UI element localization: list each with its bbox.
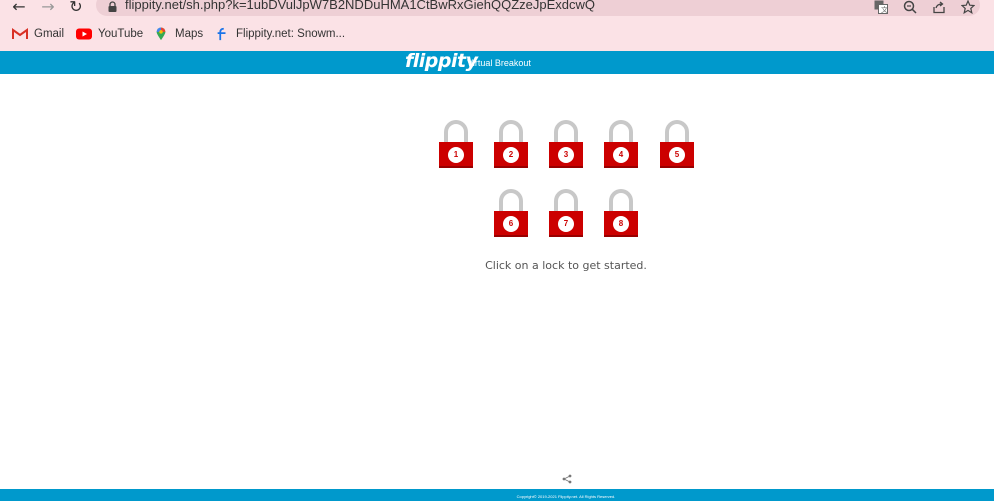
instructions-text: Click on a lock to get started. xyxy=(485,259,647,272)
bookmark-flippity[interactable]: Flippity.net: Snowm... xyxy=(214,27,345,41)
bookmarks-bar: Gmail YouTube Maps Flippity.net: Snowm..… xyxy=(0,18,994,51)
lock-2[interactable]: 2 xyxy=(494,120,528,168)
lock-number: 7 xyxy=(558,216,574,232)
gmail-icon xyxy=(12,28,28,39)
zoom-icon[interactable] xyxy=(901,0,918,15)
share-page-icon[interactable] xyxy=(930,0,947,15)
lock-number: 1 xyxy=(448,147,464,163)
url-text[interactable]: flippity.net/sh.php?k=1ubDVulJpW7B2NDDuH… xyxy=(125,0,595,12)
site-footer: Copyright© 2019-2021 Flippity.net. All R… xyxy=(0,489,994,501)
translate-icon[interactable]: 文 xyxy=(872,0,889,15)
bookmark-label: Maps xyxy=(175,28,204,40)
youtube-icon xyxy=(76,28,92,40)
lock-3[interactable]: 3 xyxy=(549,120,583,168)
lock-1[interactable]: 1 xyxy=(439,120,473,168)
bookmark-maps[interactable]: Maps xyxy=(153,27,203,41)
page-title: Virtual Breakout xyxy=(467,58,531,68)
lock-number: 6 xyxy=(503,216,519,232)
secure-lock-icon[interactable] xyxy=(108,1,117,12)
share-icon[interactable] xyxy=(562,474,572,484)
lock-7[interactable]: 7 xyxy=(549,189,583,237)
lock-5[interactable]: 5 xyxy=(660,120,694,168)
address-bar-actions: 文 xyxy=(872,0,976,15)
browser-toolbar: ← → ↻ flippity.net/sh.php?k=1ubDVulJpW7B… xyxy=(0,0,994,18)
bookmark-label: Gmail xyxy=(34,28,65,40)
forward-arrow-icon[interactable]: → xyxy=(38,0,58,16)
back-arrow-icon[interactable]: ← xyxy=(9,0,29,16)
lock-number: 8 xyxy=(613,216,629,232)
lock-8[interactable]: 8 xyxy=(604,189,638,237)
star-icon[interactable] xyxy=(959,0,976,15)
copyright-text: Copyright© 2019-2021 Flippity.net. All R… xyxy=(516,494,616,499)
bookmark-label: YouTube xyxy=(98,28,144,40)
lock-number: 4 xyxy=(613,147,629,163)
site-header: flippity Virtual Breakout xyxy=(0,50,994,74)
lock-number: 2 xyxy=(503,147,519,163)
lock-number: 5 xyxy=(669,147,685,163)
reload-icon[interactable]: ↻ xyxy=(66,0,86,16)
flippity-icon xyxy=(217,27,226,41)
lock-6[interactable]: 6 xyxy=(494,189,528,237)
lock-4[interactable]: 4 xyxy=(604,120,638,168)
bookmark-youtube[interactable]: YouTube xyxy=(76,27,143,41)
maps-icon xyxy=(156,27,166,41)
lock-number: 3 xyxy=(558,147,574,163)
svg-text:文: 文 xyxy=(881,5,888,14)
bookmark-gmail[interactable]: Gmail xyxy=(12,27,64,41)
bookmark-label: Flippity.net: Snowm... xyxy=(236,28,346,40)
